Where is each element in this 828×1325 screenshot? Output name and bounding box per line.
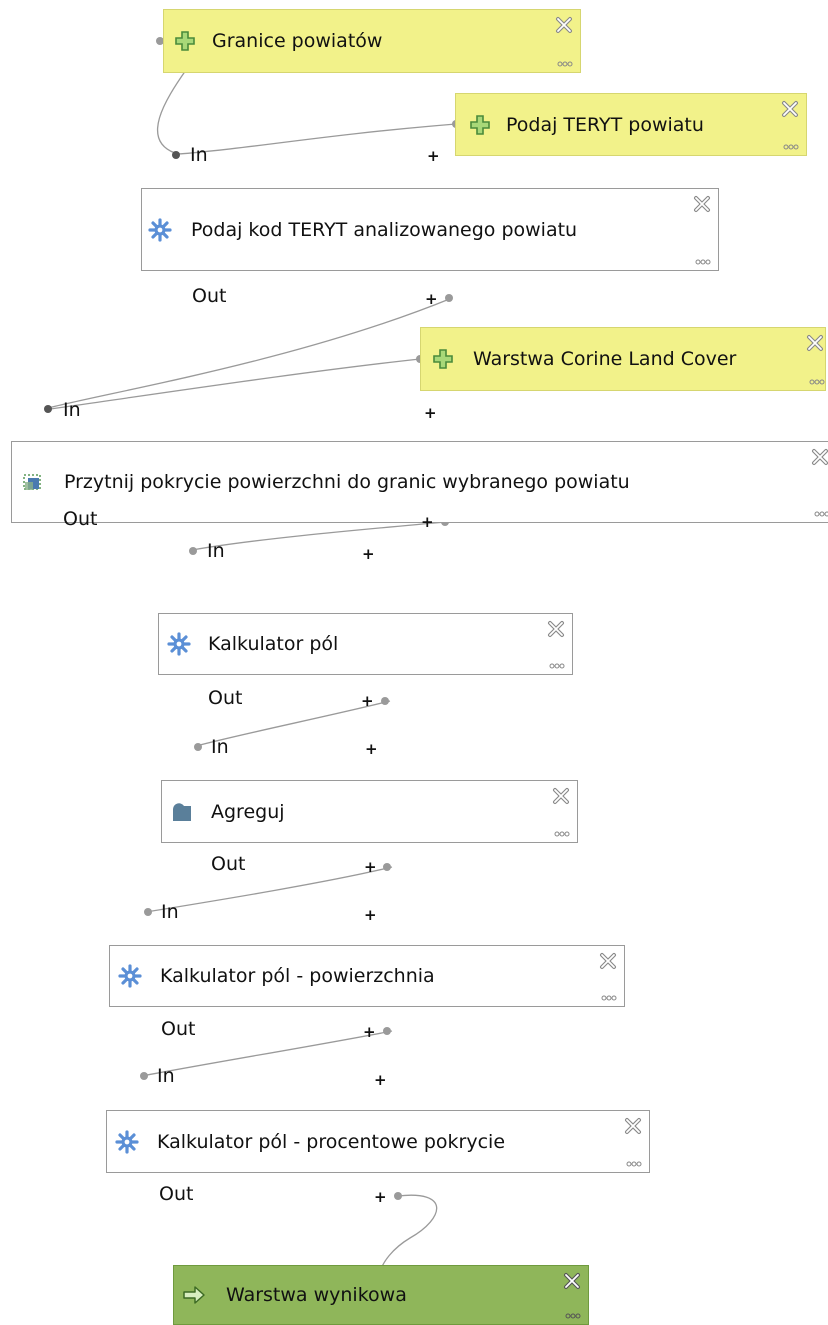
expand-plus[interactable]: +: [361, 694, 374, 709]
expand-plus[interactable]: +: [427, 149, 440, 164]
more-options-icon[interactable]: [549, 663, 565, 669]
plus-icon: [470, 114, 490, 135]
port-in[interactable]: In: [161, 902, 179, 922]
close-icon[interactable]: [623, 1116, 643, 1136]
node-label: Granice powiatów: [212, 30, 383, 52]
port-out[interactable]: Out: [161, 1019, 195, 1039]
port-out[interactable]: Out: [192, 286, 226, 306]
clip-icon: [23, 474, 41, 490]
node-label: Kalkulator pól - procentowe pokrycie: [157, 1130, 506, 1153]
node-label: Agreguj: [211, 800, 285, 823]
node-kalkulator-pol-procentowe-pokrycie[interactable]: Kalkulator pól - procentowe pokrycie: [106, 1110, 650, 1173]
more-options-icon[interactable]: [557, 61, 573, 67]
expand-plus[interactable]: +: [365, 742, 378, 757]
node-kalkulator-pol[interactable]: Kalkulator pól: [158, 613, 573, 675]
expand-plus[interactable]: +: [374, 1073, 387, 1088]
node-warstwa-wynikowa[interactable]: Warstwa wynikowa: [173, 1265, 589, 1325]
close-icon[interactable]: [598, 951, 618, 971]
port-in[interactable]: In: [190, 145, 208, 165]
link-podaj-teryt-to-podaj-kod: [177, 123, 457, 155]
more-options-icon[interactable]: [601, 995, 617, 1001]
node-label: Podaj TERYT powiatu: [506, 113, 704, 136]
more-options-icon[interactable]: [565, 1313, 581, 1319]
expand-plus[interactable]: +: [374, 1190, 387, 1205]
more-options-icon[interactable]: [695, 259, 711, 265]
node-label: Kalkulator pól - powierzchnia: [160, 965, 435, 987]
close-icon[interactable]: [805, 333, 825, 353]
link-agreguj-to-kalk2: [145, 866, 393, 913]
port-in[interactable]: In: [211, 737, 229, 757]
more-options-icon[interactable]: [626, 1161, 642, 1167]
node-label: Kalkulator pól: [208, 633, 339, 655]
node-label: Podaj kod TERYT analizowanego powiatu: [191, 218, 578, 241]
node-podaj-teryt-powiatu[interactable]: Podaj TERYT powiatu: [455, 93, 807, 156]
node-podaj-kod-teryt[interactable]: Podaj kod TERYT analizowanego powiatu: [141, 188, 719, 271]
port-in[interactable]: In: [157, 1066, 175, 1086]
expand-plus[interactable]: +: [421, 515, 434, 530]
expand-plus[interactable]: +: [364, 860, 377, 875]
aggregate-icon: [173, 802, 191, 821]
port-out[interactable]: Out: [63, 509, 97, 529]
node-agreguj[interactable]: Agreguj: [161, 780, 578, 843]
link-podaj-kod-to-przytnij: [47, 297, 453, 409]
plus-icon: [433, 349, 453, 369]
close-icon[interactable]: [551, 786, 571, 806]
more-options-icon[interactable]: [783, 144, 799, 150]
expand-plus[interactable]: +: [363, 1025, 376, 1040]
more-options-icon[interactable]: [814, 511, 828, 517]
close-icon[interactable]: [554, 15, 574, 35]
port-out[interactable]: Out: [208, 688, 242, 708]
gear-icon: [118, 964, 142, 988]
more-options-icon[interactable]: [809, 379, 825, 385]
close-icon[interactable]: [562, 1271, 582, 1291]
gear-icon: [148, 217, 172, 242]
plus-icon: [175, 31, 195, 51]
close-icon[interactable]: [780, 99, 800, 119]
node-warstwa-corine[interactable]: Warstwa Corine Land Cover: [420, 327, 826, 391]
gear-icon: [115, 1129, 139, 1154]
gear-icon: [167, 632, 191, 656]
node-kalkulator-pol-powierzchnia[interactable]: Kalkulator pól - powierzchnia: [109, 945, 625, 1007]
node-przytnij-pokrycie[interactable]: Przytnij pokrycie powierzchni do granic …: [11, 441, 828, 523]
link-przytnij-to-kalk1: [191, 521, 446, 551]
expand-plus[interactable]: +: [364, 908, 377, 923]
port-in[interactable]: In: [63, 400, 81, 420]
close-icon[interactable]: [546, 619, 566, 639]
close-icon[interactable]: [810, 447, 828, 467]
node-label: Warstwa wynikowa: [226, 1284, 407, 1306]
node-label: Warstwa Corine Land Cover: [473, 348, 737, 370]
port-out[interactable]: Out: [159, 1184, 193, 1204]
link-granice-to-podaj-kod: [156, 69, 187, 154]
expand-plus[interactable]: +: [424, 406, 437, 421]
node-granice-powiatow[interactable]: Granice powiatów: [163, 9, 581, 73]
port-out[interactable]: Out: [211, 854, 245, 874]
link-corine-to-przytnij: [49, 358, 421, 410]
close-icon[interactable]: [692, 194, 712, 214]
expand-plus[interactable]: +: [425, 292, 438, 307]
expand-plus[interactable]: +: [362, 547, 375, 562]
arrow-right-icon: [183, 1286, 205, 1304]
more-options-icon[interactable]: [554, 831, 570, 837]
node-label: Przytnij pokrycie powierzchni do granic …: [64, 471, 630, 493]
port-in[interactable]: In: [207, 541, 225, 561]
